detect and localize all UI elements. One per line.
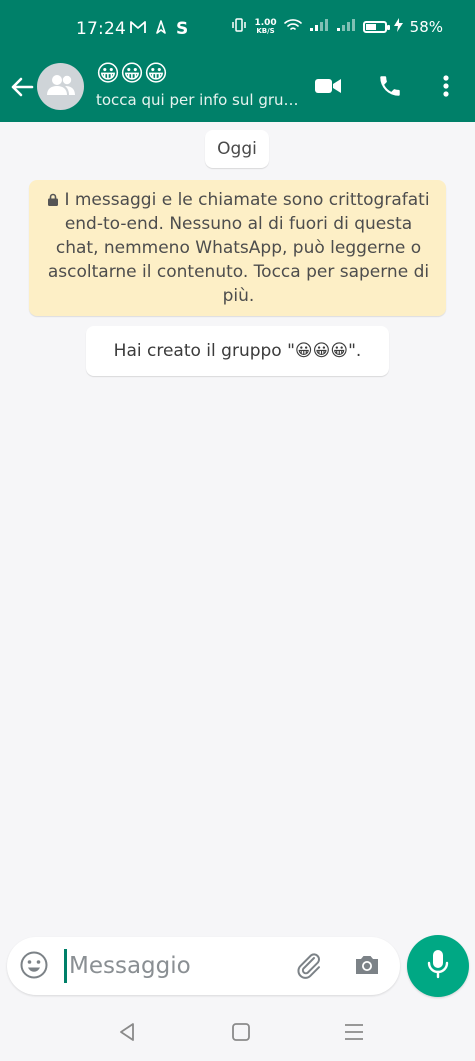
voice-message-button[interactable] [407,935,469,997]
message-input[interactable] [69,946,279,986]
net-speed-unit: KB/S [256,27,275,35]
encryption-notice[interactable]: I messaggi e le chiamate sono crittograf… [29,180,446,316]
message-composer [7,937,400,995]
encryption-notice-text: I messaggi e le chiamate sono crittograf… [47,190,430,306]
battery-fill [365,24,376,30]
group-name[interactable]: 😀😀😀 [96,60,168,88]
group-info-subtitle[interactable]: tocca qui per info sul gruppo [96,91,301,109]
status-notification-icons: S [130,19,188,39]
status-bar: 17:24 S 1.00 KB/S 58% [0,0,475,60]
net-speed: 1.00 KB/S [254,18,277,36]
status-time: 17:24 [76,19,126,39]
microphone-icon [427,949,449,983]
chat-screen: 17:24 S 1.00 KB/S 58% 😀😀😀 tocca qui per … [0,0,475,1061]
status-system-icons: 1.00 KB/S 58% [231,18,443,36]
battery-icon [362,21,390,33]
phone-call-icon[interactable] [374,70,406,102]
vibrate-icon [231,18,247,36]
nav-back-icon[interactable] [115,1019,141,1045]
nav-home-icon[interactable] [228,1019,254,1045]
signal-icon-1 [309,18,329,36]
video-call-icon[interactable] [312,70,344,102]
camera-icon[interactable] [352,950,384,982]
attach-icon[interactable] [294,950,326,982]
group-created-message: Hai creato il gruppo "😀😀😀". [86,326,389,376]
group-avatar-icon [46,74,76,100]
emoji-icon[interactable] [19,950,51,982]
charging-icon [393,18,403,36]
battery-percent: 58% [409,18,443,36]
wifi-icon [283,18,302,36]
net-speed-value: 1.00 [254,18,277,28]
lock-icon [47,189,59,206]
nav-recents-icon[interactable] [341,1019,367,1045]
s-app-icon: S [176,19,189,39]
group-avatar[interactable] [37,63,84,110]
chat-toolbar: 😀😀😀 tocca qui per info sul gruppo [0,60,475,122]
signal-icon-2 [336,18,356,36]
navigation-icon [155,20,167,38]
system-navigation-bar [0,1003,475,1061]
back-arrow-icon[interactable] [8,73,36,101]
gmail-icon [130,20,146,38]
chat-area[interactable]: Oggi I messaggi e le chiamate sono critt… [0,122,475,932]
text-cursor [64,949,67,983]
date-chip: Oggi [205,130,269,168]
more-options-icon[interactable] [430,70,462,102]
